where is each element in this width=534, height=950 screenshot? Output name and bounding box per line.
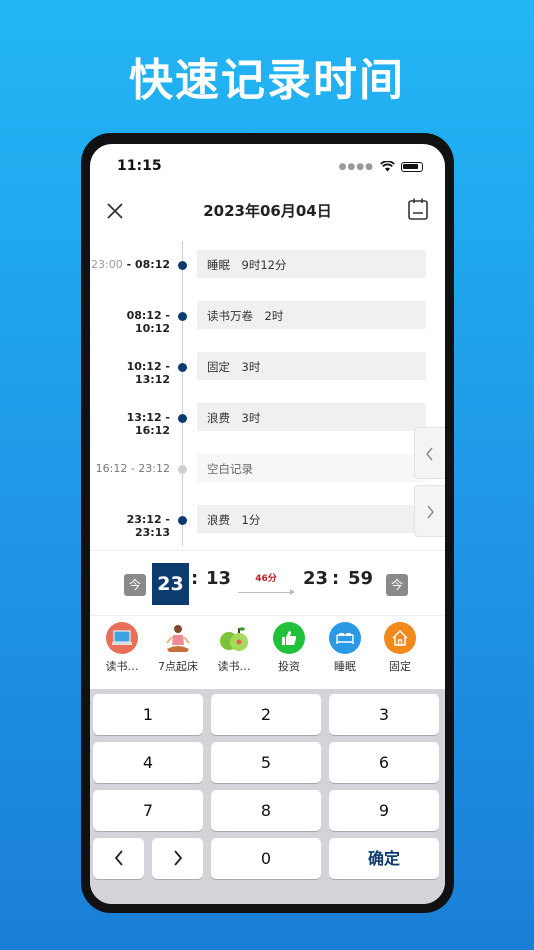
next-day-button[interactable]	[414, 485, 445, 537]
end-minute[interactable]: 59	[348, 568, 373, 589]
key-6[interactable]: 6	[329, 742, 439, 783]
category-item[interactable]: 读书…	[96, 622, 148, 674]
timeline-dot	[178, 465, 187, 474]
key-3[interactable]: 3	[329, 694, 439, 735]
time-range: 23:12 - 23:13	[126, 513, 170, 539]
category-label: 固定	[389, 660, 411, 673]
start-hour[interactable]: 23	[152, 563, 189, 605]
chevron-right-icon	[173, 850, 182, 866]
chevron-left-icon	[114, 850, 123, 866]
timeline-row[interactable]: 23:00 - 08:12 睡眠 9时12分	[90, 250, 445, 280]
prev-day-button[interactable]	[414, 427, 445, 479]
pear-icon	[218, 622, 250, 654]
record-label[interactable]: 睡眠 9时12分	[197, 250, 426, 278]
category-bar: 读书… 7点起床 读书… 投资 睡眠 固定	[90, 622, 445, 686]
time-range: 08:12 - 10:12	[126, 309, 170, 335]
thumbs-up-icon	[273, 622, 305, 654]
timeline-row[interactable]: 23:12 - 23:13 浪费 1分	[90, 505, 445, 539]
timeline-row[interactable]: 10:12 - 13:12 固定 3时	[90, 352, 445, 386]
status-bar: 11:15 ●●●●	[90, 144, 445, 184]
time-picker: 今 23 : 13 46分 23 : 59 今	[90, 550, 445, 616]
nav-bar: 2023年06月04日	[90, 192, 445, 232]
key-2[interactable]: 2	[211, 694, 321, 735]
record-label[interactable]: 浪费 3时	[197, 403, 426, 431]
key-8[interactable]: 8	[211, 790, 321, 831]
timeline-row[interactable]: 08:12 - 10:12 读书万卷 2时	[90, 301, 445, 335]
end-now-button[interactable]: 今	[386, 574, 408, 596]
record-label[interactable]: 固定 3时	[197, 352, 426, 380]
wifi-icon	[380, 161, 395, 172]
record-label[interactable]: 空白记录	[197, 454, 426, 482]
key-1[interactable]: 1	[93, 694, 203, 735]
timeline-dot	[178, 261, 187, 270]
start-now-button[interactable]: 今	[124, 574, 146, 596]
start-minute[interactable]: 13	[206, 568, 231, 589]
signal-icon: ●●●●	[338, 161, 374, 172]
timeline-dot	[178, 312, 187, 321]
key-4[interactable]: 4	[93, 742, 203, 783]
time-range: 13:12 - 16:12	[126, 411, 170, 437]
category-item[interactable]: 投资	[263, 622, 315, 674]
meditation-icon	[162, 622, 194, 654]
bed-icon	[329, 622, 361, 654]
confirm-button[interactable]: 确定	[329, 838, 439, 879]
category-item[interactable]: 7点起床	[152, 622, 204, 674]
app-screen: 11:15 ●●●● 2023年06月04日 23:00 - 08:12 睡眠 …	[90, 144, 445, 904]
timeline: 23:00 - 08:12 睡眠 9时12分 08:12 - 10:12 读书万…	[90, 241, 445, 549]
category-label: 读书…	[217, 660, 251, 673]
chevron-right-icon	[427, 505, 434, 519]
laptop-icon	[106, 622, 138, 654]
chevron-left-icon	[426, 447, 433, 461]
end-hour[interactable]: 23	[303, 568, 328, 589]
key-9[interactable]: 9	[329, 790, 439, 831]
timeline-axis	[182, 241, 183, 546]
timeline-dot	[178, 414, 187, 423]
record-label[interactable]: 浪费 1分	[197, 505, 426, 533]
status-time: 11:15	[117, 158, 162, 174]
category-item[interactable]: 睡眠	[319, 622, 371, 674]
category-item[interactable]: 固定	[374, 622, 426, 674]
category-label: 投资	[278, 660, 300, 673]
duration-label: 46分	[255, 574, 277, 584]
colon: :	[191, 568, 199, 589]
duration-arrow	[238, 589, 295, 595]
key-0[interactable]: 0	[211, 838, 321, 879]
timeline-dot	[178, 363, 187, 372]
record-label[interactable]: 读书万卷 2时	[197, 301, 426, 329]
cursor-left-button[interactable]	[93, 838, 144, 879]
key-5[interactable]: 5	[211, 742, 321, 783]
timeline-dot	[178, 516, 187, 525]
time-range: 10:12 - 13:12	[126, 360, 170, 386]
page-title: 2023年06月04日	[203, 202, 332, 220]
category-label: 7点起床	[158, 660, 198, 673]
time-range: 16:12 - 23:12	[95, 462, 170, 475]
cursor-right-button[interactable]	[152, 838, 203, 879]
house-icon	[384, 622, 416, 654]
time-range: 23:00 - 08:12	[91, 258, 170, 271]
category-label: 睡眠	[334, 660, 356, 673]
category-label: 读书…	[105, 660, 139, 673]
phone-frame: 11:15 ●●●● 2023年06月04日 23:00 - 08:12 睡眠 …	[81, 133, 454, 913]
colon: :	[332, 568, 340, 589]
key-7[interactable]: 7	[93, 790, 203, 831]
number-keypad: 1 2 3 4 5 6 7 8 9 0 确定	[90, 689, 445, 904]
calendar-icon[interactable]	[407, 197, 429, 221]
headline: 快速记录时间	[129, 55, 405, 106]
battery-icon	[401, 161, 423, 172]
category-item[interactable]: 读书…	[208, 622, 260, 674]
timeline-row-empty[interactable]: 16:12 - 23:12 空白记录	[90, 454, 445, 484]
timeline-row[interactable]: 13:12 - 16:12 浪费 3时	[90, 403, 445, 437]
status-icons: ●●●●	[339, 161, 423, 172]
